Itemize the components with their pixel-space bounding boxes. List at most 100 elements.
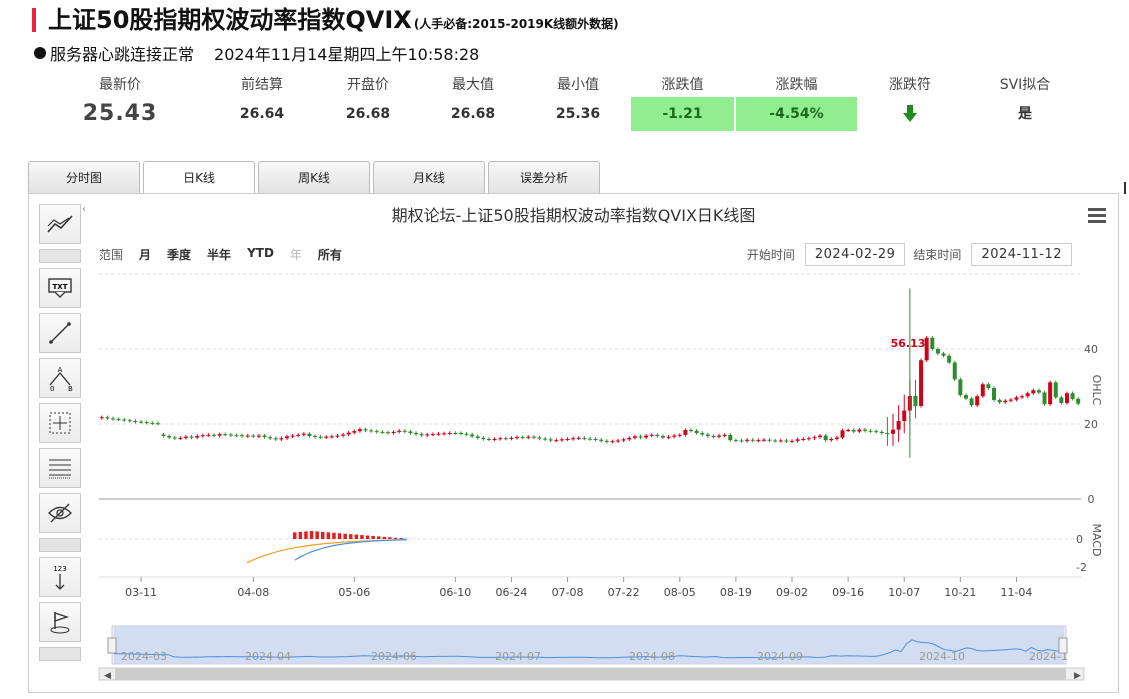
candle-body <box>486 439 491 440</box>
chart-panel: 40 20 0 OHLC 56.13 0 -2 MACD 03-11 04-08 05-06 06-1… <box>28 193 1119 693</box>
navigator-label: 2024-09 <box>757 650 803 663</box>
chart-title: 期权论坛-上证50股指期权波动率指数QVIX日K线图 <box>391 206 756 225</box>
candle-body <box>947 355 952 363</box>
candle-body <box>127 420 132 422</box>
candle-body <box>554 440 559 442</box>
candle-body <box>705 434 710 436</box>
candle-body <box>1070 393 1075 399</box>
candle-body <box>717 435 722 437</box>
start-date-label: 开始时间 <box>746 248 795 262</box>
flag-tool-button[interactable] <box>39 602 81 642</box>
quote-svi-label: SVI拟合 <box>999 77 1051 93</box>
end-date-input[interactable]: 2024-11-12 <box>971 243 1072 266</box>
range-button-ytd[interactable]: YTD <box>247 246 274 263</box>
measure-tool-button[interactable] <box>39 403 81 443</box>
candle-body <box>812 437 817 439</box>
range-button-halfyear[interactable]: 半年 <box>207 246 231 263</box>
tab-monthly-k[interactable]: 月K线 <box>373 161 485 193</box>
candle-body <box>223 434 228 436</box>
x-tick-label: 10-21 <box>944 586 976 599</box>
candle-body <box>1036 390 1041 393</box>
start-date-input[interactable]: 2024-02-29 <box>804 243 906 266</box>
candle-body <box>655 434 660 436</box>
candle-body <box>531 436 536 438</box>
status-line: 服务器心跳连接正常 2024年11月14星期四上午10:58:28 <box>34 41 479 65</box>
candle-body <box>335 435 340 437</box>
navigator-label: 2024-03 <box>121 650 167 663</box>
visibility-tool-button[interactable] <box>39 493 81 533</box>
macd-histogram-bar <box>371 535 375 539</box>
quote-open-label: 开盘价 <box>347 77 389 93</box>
candle-body <box>616 440 621 442</box>
page-title: 上证50股指期权波动率指数QVIX <box>48 6 412 34</box>
toolbar-collapse-icon[interactable]: ‹ <box>82 204 86 215</box>
range-button-year[interactable]: 年 <box>290 246 302 263</box>
chart-tabs: 分时图 日K线 周K线 月K线 误差分析 <box>28 161 603 194</box>
candle-body <box>857 429 862 432</box>
candle-body <box>874 431 879 433</box>
candle-body <box>284 436 289 439</box>
candle-body <box>133 421 138 422</box>
tab-error-analysis[interactable]: 误差分析 <box>488 161 600 193</box>
end-date-label: 结束时间 <box>913 248 962 262</box>
candle-body <box>896 421 901 430</box>
candle-body <box>172 437 177 439</box>
tab-weekly-k[interactable]: 周K线 <box>258 161 370 193</box>
x-tick-label: 10-07 <box>888 586 920 599</box>
x-tick-label: 05-06 <box>338 586 370 599</box>
tool-separator-2[interactable] <box>39 538 81 552</box>
candle-body <box>593 439 598 440</box>
tool-separator[interactable] <box>39 249 81 263</box>
macd-histogram-bar <box>326 532 331 539</box>
candle-body <box>722 434 727 436</box>
fibonacci-icon <box>49 459 71 479</box>
menu-icon[interactable] <box>1088 208 1106 226</box>
candle-body <box>806 438 811 440</box>
candle-body <box>784 440 789 442</box>
range-button-all[interactable]: 所有 <box>318 246 342 263</box>
candle-body <box>139 421 144 423</box>
sort-tool-button[interactable]: 123 <box>39 557 81 597</box>
candle-body <box>986 384 991 388</box>
candle-body <box>256 435 261 437</box>
quote-pct-label: 涨跌幅 <box>775 77 818 93</box>
tab-intraday[interactable]: 分时图 <box>28 161 140 193</box>
scrollbar-thumb <box>115 668 1066 680</box>
tab-daily-k[interactable]: 日K线 <box>143 161 255 194</box>
candle-body <box>526 436 531 438</box>
candle-body <box>161 434 166 436</box>
navigator-label: 2024-04 <box>245 650 291 663</box>
candle-body <box>442 433 447 435</box>
candle-body <box>509 437 514 439</box>
indicator-tool-button[interactable] <box>39 204 81 244</box>
range-button-month[interactable]: 月 <box>139 246 151 263</box>
quote-high-value: 26.68 <box>450 106 496 122</box>
page-subtitle[interactable]: (人手必备:2015-2019K线额外数据) <box>414 14 619 34</box>
candle-body <box>245 435 250 437</box>
tool-separator-3[interactable] <box>39 647 81 661</box>
candle-body <box>206 434 211 436</box>
flag-icon <box>50 612 70 634</box>
quote-latest-label: 最新价 <box>99 77 141 93</box>
candle-body <box>195 436 200 438</box>
angle-tool-button[interactable]: A 0 B <box>39 358 81 398</box>
candle-body <box>565 439 570 440</box>
fibonacci-tool-button[interactable] <box>39 448 81 488</box>
candle-body <box>997 400 1002 403</box>
candle-body <box>419 434 424 436</box>
range-button-quarter[interactable]: 季度 <box>167 246 191 263</box>
line-tool-button[interactable] <box>39 313 81 353</box>
drawing-toolbar: TXT A 0 B 123 <box>39 204 81 666</box>
price-tick-label: 20 <box>1084 418 1098 431</box>
x-tick-label: 09-16 <box>832 586 864 599</box>
candle-body <box>739 440 744 442</box>
candle-body <box>963 395 968 399</box>
candle-body <box>919 360 924 406</box>
quote-pct: 涨跌幅 -4.54% <box>736 75 857 131</box>
text-tool-button[interactable]: TXT <box>39 268 81 308</box>
candle-body <box>234 435 239 437</box>
candle-body <box>122 419 127 421</box>
candle-body <box>116 419 121 421</box>
svg-text:123: 123 <box>53 565 66 573</box>
eye-off-icon <box>48 503 72 523</box>
